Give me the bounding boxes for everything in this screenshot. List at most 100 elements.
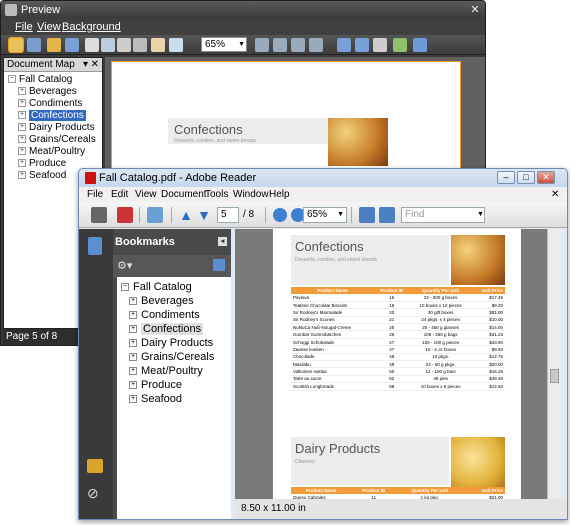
expand-icon[interactable]: + bbox=[18, 147, 26, 156]
menu-edit[interactable]: Edit bbox=[111, 189, 128, 200]
next-page-icon[interactable]: ▼ bbox=[197, 207, 211, 223]
collapse-icon[interactable]: − bbox=[121, 283, 129, 292]
save-icon[interactable] bbox=[65, 38, 79, 52]
create-pdf-icon[interactable] bbox=[117, 207, 133, 223]
pin-icon[interactable]: ▾ bbox=[83, 58, 88, 72]
bookmark-seafood[interactable]: + Seafood bbox=[129, 393, 182, 405]
tree-root[interactable]: − Fall Catalog bbox=[8, 74, 72, 85]
expand-icon[interactable]: + bbox=[129, 297, 137, 306]
scrollbar-thumb[interactable] bbox=[550, 369, 559, 383]
tree-item-beverages[interactable]: + Beverages bbox=[18, 86, 77, 97]
menu-window[interactable]: Window bbox=[233, 189, 269, 200]
tree-item-meat-poultry[interactable]: + Meat/Poultry bbox=[18, 146, 85, 157]
expand-icon[interactable]: + bbox=[129, 395, 137, 404]
tree-item-confections[interactable]: + Confections bbox=[18, 110, 86, 121]
bookmark-condiments[interactable]: + Condiments bbox=[129, 309, 200, 321]
menu-file[interactable]: File bbox=[87, 189, 103, 200]
document-view[interactable]: Confections Desserts, candies, and sweet… bbox=[235, 229, 557, 502]
expand-icon[interactable]: + bbox=[18, 87, 26, 96]
first-page-icon[interactable] bbox=[273, 38, 287, 52]
menu-file[interactable]: File bbox=[15, 21, 33, 33]
bookmark-label: Produce bbox=[141, 379, 182, 391]
options-gear-icon[interactable]: ⚙▾ bbox=[117, 259, 132, 272]
single-page-icon[interactable] bbox=[337, 38, 351, 52]
refresh-icon[interactable] bbox=[393, 38, 407, 52]
attachments-icon[interactable]: ⊘ bbox=[87, 485, 101, 501]
hand-tool-icon[interactable] bbox=[151, 38, 165, 52]
document-map-header: Document Map ▾ ✕ bbox=[4, 58, 102, 72]
full-screen-icon[interactable] bbox=[379, 207, 395, 223]
page-number-input[interactable]: 5 bbox=[217, 207, 239, 223]
expand-icon[interactable]: + bbox=[18, 159, 26, 168]
menu-background[interactable]: Background bbox=[62, 21, 121, 33]
copy-icon[interactable] bbox=[117, 38, 131, 52]
document-map-icon[interactable] bbox=[8, 37, 24, 53]
multi-page-icon[interactable] bbox=[355, 38, 369, 52]
bookmark-root[interactable]: − Fall Catalog bbox=[121, 281, 192, 293]
expand-icon[interactable]: + bbox=[129, 311, 137, 320]
collaborate-icon[interactable] bbox=[147, 207, 163, 223]
bookmark-grains-cereals[interactable]: + Grains/Cereals bbox=[129, 351, 214, 363]
menu-view[interactable]: View bbox=[37, 21, 61, 33]
signatures-icon[interactable] bbox=[87, 459, 103, 473]
layout-icon[interactable] bbox=[373, 38, 387, 52]
menu-view[interactable]: View bbox=[135, 189, 157, 200]
menu-tools[interactable]: Tools bbox=[205, 189, 228, 200]
table-cell: 26 bbox=[373, 330, 410, 339]
expand-icon[interactable]: + bbox=[18, 99, 26, 108]
tree-item-condiments[interactable]: + Condiments bbox=[18, 98, 82, 109]
expand-icon[interactable]: + bbox=[129, 353, 137, 362]
bookmark-dairy-products[interactable]: + Dairy Products bbox=[129, 337, 213, 349]
bookmark-produce[interactable]: + Produce bbox=[129, 379, 182, 391]
maximize-icon[interactable]: □ bbox=[517, 171, 535, 184]
prev-page-icon[interactable] bbox=[291, 38, 305, 52]
print-icon[interactable] bbox=[27, 38, 41, 52]
zoom-in-icon[interactable] bbox=[255, 38, 269, 52]
bookmark-confections[interactable]: + Confections bbox=[129, 323, 204, 335]
page-setup-icon[interactable] bbox=[85, 38, 99, 52]
menu-help[interactable]: Help bbox=[269, 189, 290, 200]
close-document-icon[interactable]: ✕ bbox=[551, 189, 559, 200]
expand-icon[interactable]: + bbox=[129, 339, 137, 348]
tree-item-produce[interactable]: + Produce bbox=[18, 158, 66, 169]
minimize-icon[interactable]: – bbox=[497, 171, 515, 184]
print-icon[interactable] bbox=[91, 207, 107, 223]
collapse-icon[interactable]: − bbox=[8, 75, 16, 84]
table-row: Tarte au sucre 62 48 pies $49.30 bbox=[291, 375, 505, 384]
zoom-select[interactable]: 65% ▼ bbox=[303, 207, 347, 223]
tree-item-seafood[interactable]: + Seafood bbox=[18, 170, 66, 181]
expand-icon[interactable]: + bbox=[18, 111, 26, 120]
preview-zoom-select[interactable]: 65% ▼ bbox=[201, 37, 247, 52]
column-header: Quantity Per Unit bbox=[409, 287, 472, 294]
zoom-tool-icon[interactable] bbox=[169, 38, 183, 52]
open-icon[interactable] bbox=[47, 38, 61, 52]
bookmark-meat-poultry[interactable]: + Meat/Poultry bbox=[129, 365, 203, 377]
table-cell: $43.90 bbox=[471, 338, 505, 347]
expand-icon[interactable]: + bbox=[129, 381, 137, 390]
expand-icon[interactable]: + bbox=[129, 367, 137, 376]
fit-width-icon[interactable] bbox=[359, 207, 375, 223]
expand-icon[interactable]: + bbox=[18, 123, 26, 132]
collapse-panel-icon[interactable]: ◂ bbox=[218, 237, 227, 246]
find-icon[interactable] bbox=[133, 38, 147, 52]
find-input[interactable]: Find bbox=[401, 207, 485, 223]
export-icon[interactable] bbox=[101, 38, 115, 52]
zoom-out-icon[interactable] bbox=[273, 208, 287, 222]
bookmarks-icon[interactable] bbox=[88, 237, 102, 255]
expand-icon[interactable]: + bbox=[129, 325, 137, 334]
prev-page-icon[interactable]: ▲ bbox=[179, 207, 193, 223]
expand-icon[interactable]: + bbox=[18, 135, 26, 144]
close-icon[interactable]: ✕ bbox=[537, 171, 555, 184]
chevron-down-icon[interactable]: ▼ bbox=[477, 211, 484, 218]
tree-item-dairy-products[interactable]: + Dairy Products bbox=[18, 122, 95, 133]
next-page-icon[interactable] bbox=[309, 38, 323, 52]
new-bookmark-icon[interactable] bbox=[213, 259, 225, 271]
vertical-scrollbar[interactable] bbox=[547, 229, 561, 499]
menu-document[interactable]: Document bbox=[161, 189, 207, 200]
tree-item-grains-cereals[interactable]: + Grains/Cereals bbox=[18, 134, 96, 145]
email-icon[interactable] bbox=[413, 38, 427, 52]
expand-icon[interactable]: + bbox=[18, 171, 26, 180]
bookmark-beverages[interactable]: + Beverages bbox=[129, 295, 194, 307]
close-icon[interactable]: ✕ bbox=[91, 58, 99, 72]
close-icon[interactable]: ✕ bbox=[467, 3, 483, 17]
